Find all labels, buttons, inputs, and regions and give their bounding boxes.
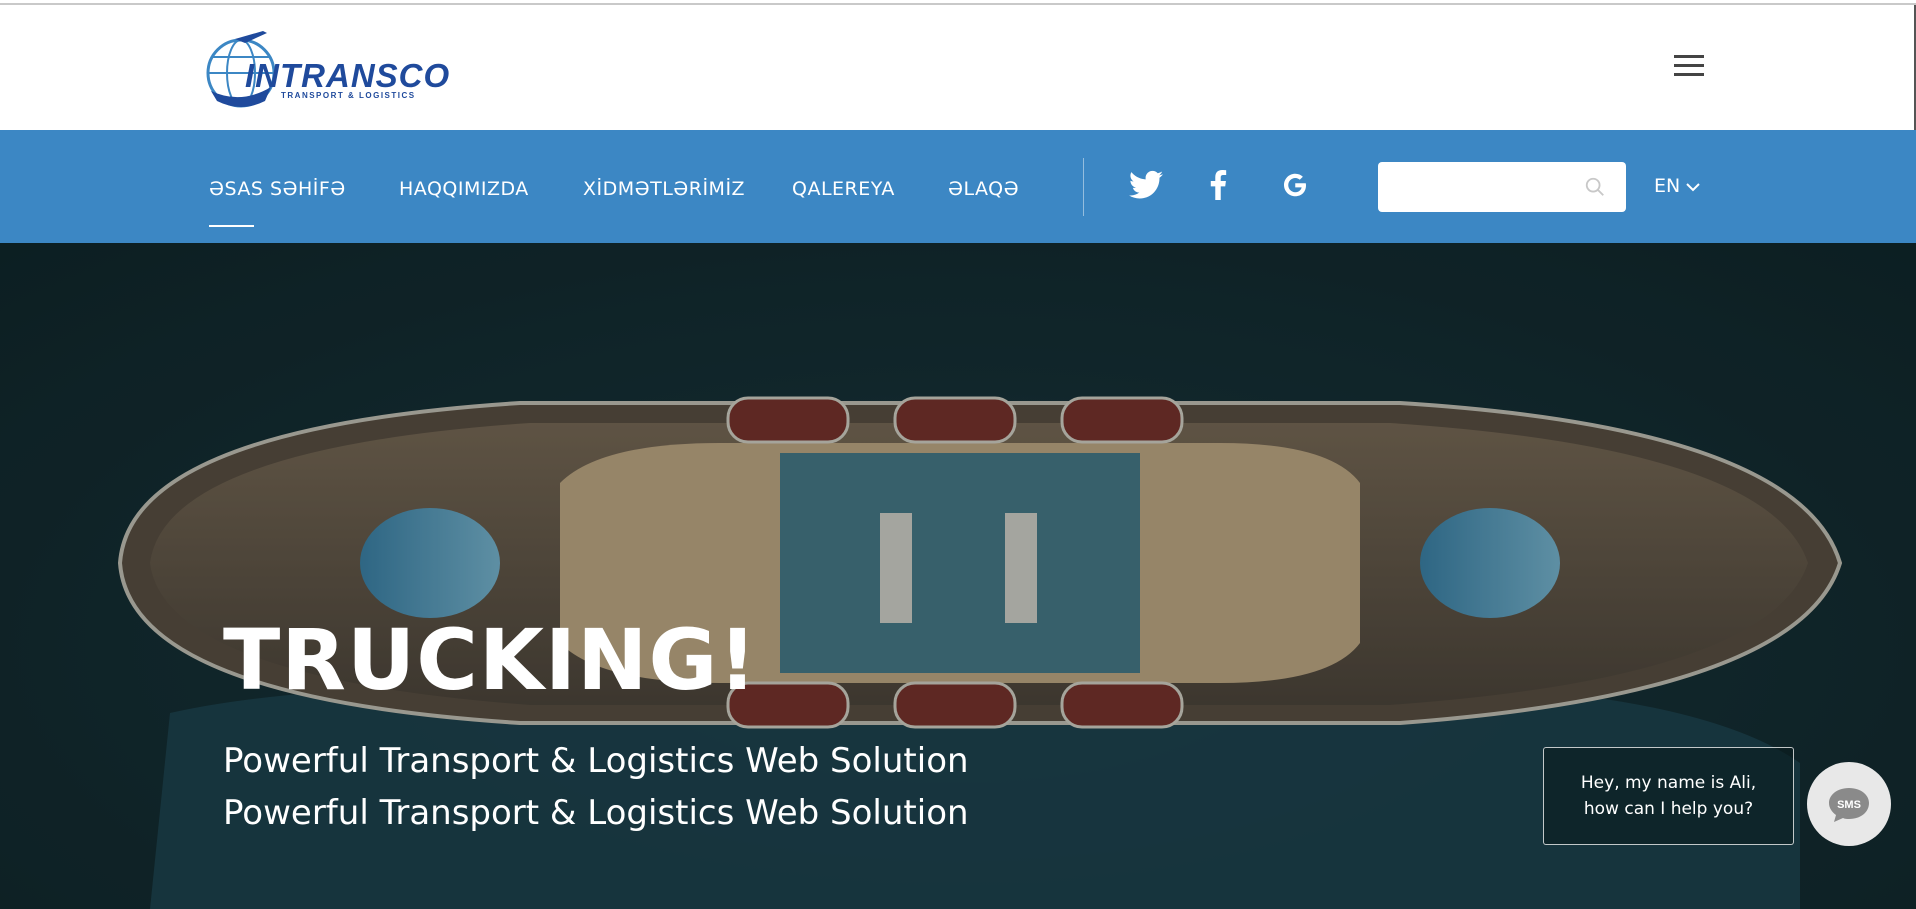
logo[interactable]: INTRANSCO TRANSPORT & LOGISTICS bbox=[205, 27, 449, 115]
sms-label: SMS bbox=[1837, 799, 1861, 811]
facebook-icon[interactable] bbox=[1208, 170, 1244, 204]
chat-greeting-line: Hey, my name is Ali, bbox=[1580, 773, 1757, 793]
nav-item-services[interactable]: XİDMƏTLƏRİMİZ bbox=[583, 178, 745, 200]
google-icon[interactable] bbox=[1280, 170, 1316, 204]
nav-item-contact[interactable]: ƏLAQƏ bbox=[948, 178, 1019, 200]
logo-tagline: TRANSPORT & LOGISTICS bbox=[281, 91, 416, 100]
search-icon[interactable] bbox=[1584, 176, 1606, 198]
hamburger-icon[interactable] bbox=[1674, 55, 1706, 79]
twitter-icon[interactable] bbox=[1129, 170, 1165, 204]
hamburger-line bbox=[1674, 64, 1704, 67]
hero-banner: TRUCKING! Powerful Transport & Logistics… bbox=[0, 243, 1916, 909]
hero-title: TRUCKING! bbox=[223, 611, 758, 709]
nav-item-home[interactable]: ƏSAS SƏHİFƏ bbox=[209, 178, 346, 200]
hero-subtitle: Powerful Transport & Logistics Web Solut… bbox=[223, 741, 969, 781]
nav-divider bbox=[1083, 158, 1084, 216]
active-nav-indicator bbox=[209, 225, 254, 227]
main-nav: ƏSAS SƏHİFƏ HAQQIMIZDA XİDMƏTLƏRİMİZ QAL… bbox=[0, 130, 1916, 243]
language-selector[interactable]: EN bbox=[1654, 175, 1700, 197]
language-label: EN bbox=[1654, 175, 1681, 197]
chat-greeting-line: how can I help you? bbox=[1583, 799, 1754, 819]
hamburger-line bbox=[1674, 55, 1704, 58]
search-box bbox=[1378, 162, 1626, 212]
hamburger-line bbox=[1674, 73, 1704, 76]
sms-icon: SMS bbox=[1829, 788, 1869, 822]
nav-item-gallery[interactable]: QALEREYA bbox=[792, 178, 895, 200]
chevron-down-icon bbox=[1686, 182, 1700, 191]
search-input[interactable] bbox=[1390, 172, 1580, 202]
site-header: INTRANSCO TRANSPORT & LOGISTICS bbox=[0, 5, 1916, 130]
hero-subtitle: Powerful Transport & Logistics Web Solut… bbox=[223, 793, 969, 833]
nav-item-about[interactable]: HAQQIMIZDA bbox=[399, 178, 529, 200]
chat-greeting[interactable]: Hey, my name is Ali, how can I help you? bbox=[1543, 747, 1794, 845]
sms-chat-button[interactable]: SMS bbox=[1807, 762, 1891, 846]
logo-brand: INTRANSCO bbox=[245, 57, 451, 94]
